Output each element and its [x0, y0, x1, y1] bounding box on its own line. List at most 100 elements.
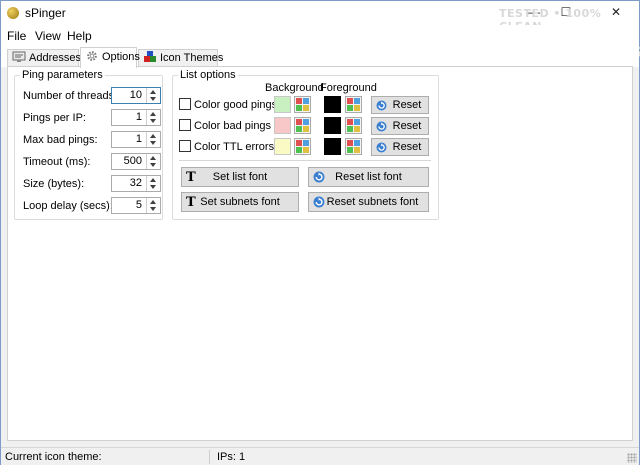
- max-bad-pings-spin[interactable]: [146, 132, 160, 147]
- background-header: Background: [265, 82, 324, 94]
- palette-icon: [296, 119, 309, 132]
- palette-icon: [347, 140, 360, 153]
- font-icon: T: [186, 195, 196, 210]
- loop-delay-spin[interactable]: [146, 198, 160, 213]
- bad-pings-foreground-palette[interactable]: [345, 117, 362, 134]
- loop-delay-stepper[interactable]: 5: [111, 197, 161, 214]
- timeout-value: 500: [123, 155, 142, 167]
- set-list-font-label: Set list font: [212, 171, 268, 183]
- ping-parameters-title: Ping parameters: [20, 69, 105, 81]
- reset-icon: [376, 142, 387, 153]
- size-value: 32: [129, 177, 142, 189]
- gear-icon: [87, 51, 97, 61]
- good-pings-background-swatch[interactable]: [274, 96, 291, 113]
- addresses-icon: [12, 51, 26, 62]
- size-label: Size (bytes):: [23, 178, 85, 190]
- palette-icon: [296, 98, 309, 111]
- window-title: sPinger: [25, 6, 66, 20]
- color-good-pings-checkbox[interactable]: Color good pings: [179, 98, 277, 111]
- timeout-spin[interactable]: [146, 154, 160, 169]
- palette-icon: [347, 119, 360, 132]
- foreground-header: Foreground: [320, 82, 377, 94]
- app-window: sPinger — ☐ ✕ TESTED • 100% CLEAN CERTIF…: [0, 0, 640, 465]
- set-subnets-font-label: Set subnets font: [200, 196, 280, 208]
- reset-icon: [376, 121, 387, 132]
- reset-list-font-label: Reset list font: [335, 171, 402, 183]
- reset-bad-pings-button[interactable]: Reset: [371, 117, 429, 135]
- good-pings-background-palette[interactable]: [294, 96, 311, 113]
- color-bad-pings-label: Color bad pings: [194, 120, 272, 132]
- pings-per-ip-label: Pings per IP:: [23, 112, 86, 124]
- tab-options[interactable]: Options: [80, 47, 140, 68]
- threads-label: Number of threads:: [23, 90, 118, 102]
- menu-file[interactable]: File: [7, 29, 26, 43]
- max-bad-pings-value: 1: [135, 133, 142, 145]
- ips-status: IPs: 1: [217, 451, 246, 463]
- title-bar[interactable]: sPinger — ☐ ✕ TESTED • 100% CLEAN CERTIF…: [1, 1, 640, 73]
- options-panel: Ping parameters Number of threads: 10 Pi…: [7, 66, 633, 441]
- ttl-errors-background-swatch[interactable]: [274, 138, 291, 155]
- good-pings-foreground-swatch[interactable]: [324, 96, 341, 113]
- color-ttl-errors-checkbox[interactable]: Color TTL errors: [179, 140, 274, 153]
- app-icon: [7, 7, 19, 19]
- checkbox-box[interactable]: [179, 98, 191, 110]
- font-icon: T: [186, 170, 196, 185]
- threads-spin[interactable]: [146, 88, 160, 103]
- reset-subnets-font-label: Reset subnets font: [326, 196, 419, 208]
- checkbox-box[interactable]: [179, 140, 191, 152]
- reset-list-font-button[interactable]: Reset list font: [308, 167, 429, 187]
- tab-options-label: Options: [102, 51, 140, 63]
- max-bad-pings-label: Max bad pings:: [23, 134, 98, 146]
- resize-grip[interactable]: [627, 453, 637, 463]
- loop-delay-value: 5: [135, 199, 142, 211]
- pings-per-ip-spin[interactable]: [146, 110, 160, 125]
- ping-parameters-group: Ping parameters Number of threads: 10 Pi…: [14, 69, 163, 220]
- good-pings-foreground-palette[interactable]: [345, 96, 362, 113]
- tab-strip: Addresses Options Icon Themes: [1, 45, 639, 68]
- size-spin[interactable]: [146, 176, 160, 191]
- ttl-errors-background-palette[interactable]: [294, 138, 311, 155]
- reset-good-pings-button[interactable]: Reset: [371, 96, 429, 114]
- menu-bar: File View Help: [1, 25, 639, 45]
- threads-stepper[interactable]: 10: [111, 87, 161, 104]
- max-bad-pings-stepper[interactable]: 1: [111, 131, 161, 148]
- palette-icon: [296, 140, 309, 153]
- reset-subnets-font-button[interactable]: Reset subnets font: [308, 192, 429, 212]
- reset-icon: [313, 171, 325, 183]
- color-good-pings-label: Color good pings: [194, 99, 278, 111]
- pings-per-ip-value: 1: [135, 111, 142, 123]
- list-options-title: List options: [178, 69, 238, 81]
- menu-view[interactable]: View: [35, 29, 61, 43]
- threads-value: 10: [129, 89, 142, 101]
- tab-icon-themes-label: Icon Themes: [160, 52, 224, 64]
- reset-icon: [313, 196, 325, 208]
- menu-help[interactable]: Help: [67, 29, 92, 43]
- size-stepper[interactable]: 32: [111, 175, 161, 192]
- bad-pings-foreground-swatch[interactable]: [324, 117, 341, 134]
- color-ttl-errors-label: Color TTL errors: [194, 141, 275, 153]
- bad-pings-background-palette[interactable]: [294, 117, 311, 134]
- tab-addresses-label: Addresses: [29, 52, 81, 64]
- checkbox-box[interactable]: [179, 119, 191, 131]
- color-bad-pings-checkbox[interactable]: Color bad pings: [179, 119, 271, 132]
- timeout-label: Timeout (ms):: [23, 156, 91, 168]
- list-options-group: List options Background Foreground Color…: [172, 69, 439, 220]
- ttl-errors-foreground-swatch[interactable]: [324, 138, 341, 155]
- palette-icon: [347, 98, 360, 111]
- timeout-stepper[interactable]: 500: [111, 153, 161, 170]
- reset-ttl-errors-button[interactable]: Reset: [371, 138, 429, 156]
- minimize-button[interactable]: —: [519, 1, 549, 23]
- pings-per-ip-stepper[interactable]: 1: [111, 109, 161, 126]
- close-button[interactable]: ✕: [601, 1, 631, 23]
- reset-icon: [376, 100, 387, 111]
- maximize-button[interactable]: ☐: [551, 1, 581, 23]
- blocks-icon: [144, 51, 156, 62]
- set-subnets-font-button[interactable]: T Set subnets font: [181, 192, 299, 212]
- bad-pings-background-swatch[interactable]: [274, 117, 291, 134]
- status-bar: Current icon theme: IPs: 1: [1, 447, 639, 465]
- loop-delay-label: Loop delay (secs):: [23, 200, 113, 212]
- status-divider: [209, 450, 210, 464]
- ttl-errors-foreground-palette[interactable]: [345, 138, 362, 155]
- set-list-font-button[interactable]: T Set list font: [181, 167, 299, 187]
- icon-theme-status: Current icon theme:: [5, 451, 102, 463]
